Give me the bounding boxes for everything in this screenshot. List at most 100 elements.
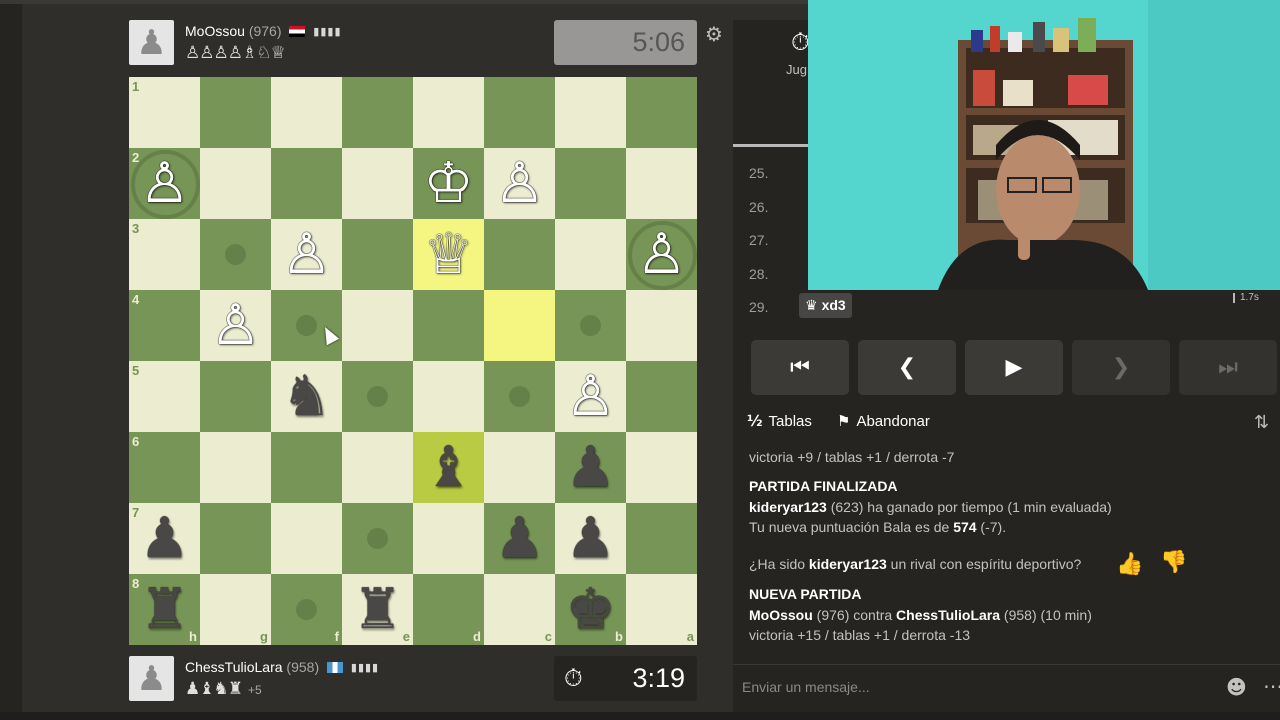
square-b1[interactable] [555,77,626,148]
black-piece-c7[interactable]: ♟ [484,503,555,574]
move-hint[interactable] [367,528,388,549]
square-e1[interactable] [342,77,413,148]
last-move-button[interactable]: ⏭ [1179,340,1277,395]
square-g4[interactable]: ♙ [200,290,271,361]
white-piece-f3[interactable]: ♙ [271,219,342,290]
square-f6[interactable] [271,432,342,503]
square-d7[interactable] [413,503,484,574]
square-f2[interactable] [271,148,342,219]
square-b7[interactable]: ♟ [555,503,626,574]
square-g2[interactable] [200,148,271,219]
black-piece-h7[interactable]: ♟ [129,503,200,574]
thumbs-up-icon[interactable]: 👍 [1116,552,1143,577]
move-san[interactable]: ♛ xd3 [799,293,852,319]
square-h3[interactable]: 3 [129,219,200,290]
white-piece-b5[interactable]: ♙ [555,361,626,432]
chess-board[interactable]: 1 2 ♙ ♔ ♙ 3 ♙ ♕ ♙ 4 ♙ 5 ♞ ♙ 6 ♝ ♟ 7 ♟ ♟ ♟ 8 h ♜ g f e ♜ d c b ♚ a [129,77,697,645]
square-c6[interactable] [484,432,555,503]
player-one-name[interactable]: MoOssou [749,607,813,623]
square-h7[interactable]: 7 ♟ [129,503,200,574]
square-d4[interactable] [413,290,484,361]
square-h6[interactable]: 6 [129,432,200,503]
square-c7[interactable]: ♟ [484,503,555,574]
square-a2[interactable] [626,148,697,219]
resign-button[interactable]: ⚑ Abandonar [837,412,930,430]
previous-move-button[interactable]: ❮ [858,340,956,395]
square-a3[interactable]: ♙ [626,219,697,290]
square-a7[interactable] [626,503,697,574]
black-piece-h8[interactable]: ♜ [129,574,200,645]
black-piece-f5[interactable]: ♞ [271,361,342,432]
square-h4[interactable]: 4 [129,290,200,361]
square-f7[interactable] [271,503,342,574]
square-e3[interactable] [342,219,413,290]
square-g8[interactable]: g [200,574,271,645]
square-f1[interactable] [271,77,342,148]
black-piece-b8[interactable]: ♚ [555,574,626,645]
black-piece-e8[interactable]: ♜ [342,574,413,645]
square-g5[interactable] [200,361,271,432]
play-button[interactable]: ▶ [965,340,1063,395]
more-options-icon[interactable]: ⋯ [1263,674,1280,698]
square-h1[interactable]: 1 [129,77,200,148]
square-b3[interactable] [555,219,626,290]
emoji-icon[interactable]: ☻ [1226,675,1247,699]
square-d6[interactable]: ♝ [413,432,484,503]
square-a1[interactable] [626,77,697,148]
square-b8[interactable]: b ♚ [555,574,626,645]
square-g7[interactable] [200,503,271,574]
square-e2[interactable] [342,148,413,219]
square-b6[interactable]: ♟ [555,432,626,503]
square-a6[interactable] [626,432,697,503]
flip-board-icon[interactable]: ⇅ [1254,412,1269,433]
first-move-button[interactable]: ⏮ [751,340,849,395]
black-piece-b6[interactable]: ♟ [555,432,626,503]
winner-name[interactable]: kideryar123 [749,499,827,515]
stopwatch-icon[interactable]: ⏱ [791,28,810,56]
avatar[interactable]: ♟ [129,656,174,701]
opponent-name[interactable]: kideryar123 [809,556,887,572]
square-h2[interactable]: 2 ♙ [129,148,200,219]
gear-icon[interactable]: ⚙ [705,22,723,46]
square-a4[interactable] [626,290,697,361]
tab-players[interactable]: Jug [786,62,808,77]
player-two-name[interactable]: ChessTulioLara [896,607,1000,623]
square-e5[interactable] [342,361,413,432]
draw-button[interactable]: ½ Tablas [747,412,812,430]
square-f3[interactable]: ♙ [271,219,342,290]
square-d8[interactable]: d [413,574,484,645]
player-name[interactable]: MoOssou [185,23,245,39]
square-a5[interactable] [626,361,697,432]
square-c1[interactable] [484,77,555,148]
square-h5[interactable]: 5 [129,361,200,432]
square-c2[interactable]: ♙ [484,148,555,219]
next-move-button[interactable]: ❯ [1072,340,1170,395]
white-piece-a3[interactable]: ♙ [626,219,697,290]
square-b4[interactable] [555,290,626,361]
square-d5[interactable] [413,361,484,432]
square-d2[interactable]: ♔ [413,148,484,219]
white-piece-h2[interactable]: ♙ [129,148,200,219]
square-e8[interactable]: e ♜ [342,574,413,645]
square-e7[interactable] [342,503,413,574]
square-e6[interactable] [342,432,413,503]
square-f5[interactable]: ♞ [271,361,342,432]
square-d1[interactable] [413,77,484,148]
square-c8[interactable]: c [484,574,555,645]
square-h8[interactable]: 8 h ♜ [129,574,200,645]
avatar[interactable]: ♟ [129,20,174,65]
white-piece-d2[interactable]: ♔ [413,148,484,219]
square-g6[interactable] [200,432,271,503]
square-b2[interactable] [555,148,626,219]
white-piece-d3[interactable]: ♕ [413,219,484,290]
move-hint[interactable] [580,315,601,336]
square-g1[interactable] [200,77,271,148]
move-hint[interactable] [367,386,388,407]
white-piece-c2[interactable]: ♙ [484,148,555,219]
black-piece-b7[interactable]: ♟ [555,503,626,574]
square-a8[interactable]: a [626,574,697,645]
white-piece-g4[interactable]: ♙ [200,290,271,361]
black-piece-d6[interactable]: ♝ [413,432,484,503]
square-e4[interactable] [342,290,413,361]
square-g3[interactable] [200,219,271,290]
